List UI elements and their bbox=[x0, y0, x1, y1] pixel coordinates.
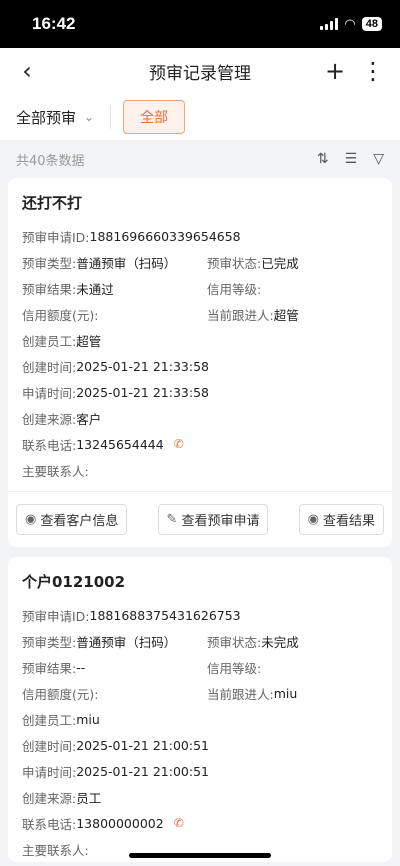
record-card[interactable]: 还打不打 预审申请ID: 1881696660339654658 预审类型: 普通预… bbox=[8, 178, 392, 547]
created-time: 2025-01-21 21:33:58 bbox=[76, 358, 209, 374]
field-label: 预审结果: bbox=[22, 281, 77, 297]
dropdown-label: 全部预审 bbox=[16, 108, 77, 127]
created-time: 2025-01-21 21:00:51 bbox=[76, 737, 209, 753]
back-icon[interactable]: ‹ bbox=[12, 57, 42, 85]
status-bar: 16:42 ◠ 48 bbox=[0, 0, 400, 48]
preaudit-id: 1881688375431626753 bbox=[89, 607, 241, 623]
battery-icon: 48 bbox=[361, 17, 382, 31]
button-label: 查看结果 bbox=[322, 514, 375, 529]
field-label: 创建员工: bbox=[22, 712, 77, 728]
phone-icon[interactable]: ✆ bbox=[174, 816, 184, 830]
card-title: 还打不打 bbox=[22, 194, 83, 212]
field-label: 主要联系人: bbox=[22, 463, 89, 479]
wifi-icon: ◠ bbox=[344, 16, 356, 32]
eye-icon: ◉ bbox=[307, 512, 319, 527]
preaudit-type-dropdown[interactable]: 全部预审 ⌄ bbox=[16, 107, 94, 128]
field-label: 联系电话: bbox=[22, 816, 77, 832]
applied-time: 2025-01-21 21:00:51 bbox=[76, 763, 209, 779]
field-label: 创建来源: bbox=[22, 790, 77, 806]
source: 客户 bbox=[76, 411, 102, 427]
card-actions: ◉ 查看客户信息 ✎ 查看预审申请 ◉ 查看结果 bbox=[8, 491, 392, 547]
field-label: 申请时间: bbox=[22, 385, 77, 401]
preaudit-type: 普通预审（扫码） bbox=[76, 634, 177, 650]
phone-number: 13245654444 bbox=[76, 436, 164, 452]
current-follower: 超管 bbox=[273, 307, 299, 323]
field-label: 预审类型: bbox=[22, 634, 77, 650]
preaudit-type: 普通预审（扫码） bbox=[76, 255, 177, 271]
divider bbox=[110, 105, 112, 129]
record-card[interactable]: 个户0121002 预审申请ID: 1881688375431626753 预审类… bbox=[8, 557, 392, 862]
field-label: 信用额度(元): bbox=[22, 686, 99, 702]
field-label: 信用等级: bbox=[207, 660, 262, 676]
field-label: 当前跟进人: bbox=[207, 307, 274, 323]
preaudit-status: 已完成 bbox=[261, 255, 299, 271]
field-label: 预审申请ID: bbox=[22, 608, 90, 624]
field-label: 预审状态: bbox=[207, 255, 262, 271]
field-label: 预审申请ID: bbox=[22, 229, 90, 245]
view-application-button[interactable]: ✎ 查看预审申请 bbox=[157, 504, 269, 535]
nav-bar: ‹ 预审记录管理 + ⋮ bbox=[0, 48, 400, 94]
edit-doc-icon: ✎ bbox=[166, 512, 178, 527]
view-customer-button[interactable]: ◉ 查看客户信息 bbox=[16, 504, 128, 535]
record-count: 共40条数据 bbox=[16, 153, 85, 169]
field-label: 预审类型: bbox=[22, 255, 77, 271]
button-label: 查看客户信息 bbox=[40, 514, 119, 529]
eye-icon: ◉ bbox=[25, 512, 37, 527]
list-header: 共40条数据 ⇅ ☰ ▽ bbox=[0, 140, 400, 178]
field-label: 预审状态: bbox=[207, 634, 262, 650]
creator: miu bbox=[76, 711, 100, 727]
field-label: 创建员工: bbox=[22, 333, 77, 349]
field-label: 主要联系人: bbox=[22, 842, 89, 858]
field-label: 创建来源: bbox=[22, 411, 77, 427]
field-label: 信用额度(元): bbox=[22, 307, 99, 323]
more-icon[interactable]: ⋮ bbox=[358, 57, 388, 85]
chevron-down-icon: ⌄ bbox=[84, 110, 95, 124]
preaudit-result: -- bbox=[76, 659, 86, 675]
field-label: 联系电话: bbox=[22, 437, 77, 453]
list-filter-icon[interactable]: ☰ bbox=[345, 151, 358, 167]
field-label: 当前跟进人: bbox=[207, 686, 274, 702]
signal-icon bbox=[320, 18, 339, 30]
sort-icon[interactable]: ⇅ bbox=[317, 151, 329, 167]
preaudit-id: 1881696660339654658 bbox=[89, 228, 241, 244]
applied-time: 2025-01-21 21:33:58 bbox=[76, 384, 209, 400]
status-time: 16:42 bbox=[32, 14, 76, 33]
filter-chip-all[interactable]: 全部 bbox=[123, 100, 186, 134]
field-label: 信用等级: bbox=[207, 281, 262, 297]
phone-icon[interactable]: ✆ bbox=[174, 437, 184, 451]
current-follower: miu bbox=[273, 685, 298, 701]
add-icon[interactable]: + bbox=[320, 57, 350, 85]
preaudit-status: 未完成 bbox=[261, 634, 299, 650]
funnel-icon[interactable]: ▽ bbox=[373, 151, 384, 167]
source: 员工 bbox=[76, 790, 102, 806]
filter-bar: 全部预审 ⌄ 全部 bbox=[0, 94, 400, 140]
preaudit-result: 未通过 bbox=[76, 281, 114, 297]
view-result-button[interactable]: ◉ 查看结果 bbox=[298, 504, 384, 535]
status-icons: ◠ 48 bbox=[320, 17, 382, 32]
button-label: 查看预审申请 bbox=[181, 514, 260, 529]
home-indicator[interactable] bbox=[129, 853, 271, 858]
phone-number: 13800000002 bbox=[76, 815, 164, 831]
field-label: 申请时间: bbox=[22, 764, 77, 780]
creator: 超管 bbox=[76, 333, 102, 349]
card-title: 个户0121002 bbox=[22, 573, 126, 591]
field-label: 创建时间: bbox=[22, 359, 77, 375]
field-label: 预审结果: bbox=[22, 660, 77, 676]
field-label: 创建时间: bbox=[22, 738, 77, 754]
